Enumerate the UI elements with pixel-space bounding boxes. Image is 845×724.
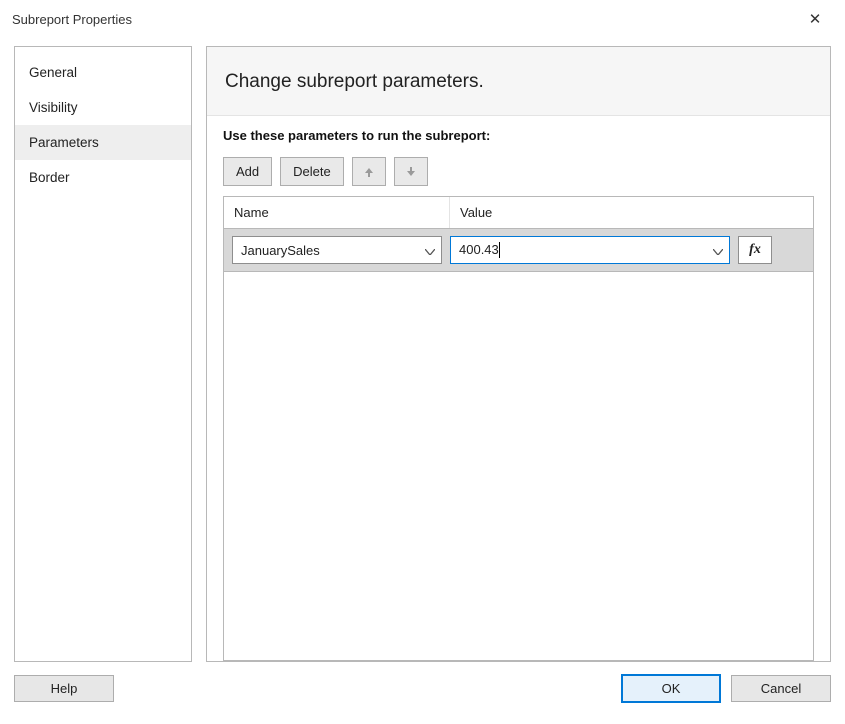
name-dropdown-button[interactable] <box>419 237 441 263</box>
sidebar-item-parameters[interactable]: Parameters <box>15 125 191 160</box>
help-button[interactable]: Help <box>14 675 114 702</box>
arrow-down-icon <box>405 166 417 178</box>
ok-button[interactable]: OK <box>621 674 721 703</box>
value-dropdown-button[interactable] <box>707 237 729 263</box>
arrow-up-icon <box>363 166 375 178</box>
move-down-button[interactable] <box>394 157 428 186</box>
close-icon[interactable]: ✕ <box>795 4 835 34</box>
dialog-window: Subreport Properties ✕ General Visibilit… <box>0 0 845 724</box>
sidebar-item-visibility[interactable]: Visibility <box>15 90 191 125</box>
sidebar-item-label: Border <box>29 170 70 185</box>
main-content: Use these parameters to run the subrepor… <box>207 116 830 661</box>
page-heading: Change subreport parameters. <box>207 47 830 116</box>
cancel-button[interactable]: Cancel <box>731 675 831 702</box>
sidebar-item-label: General <box>29 65 77 80</box>
title-bar: Subreport Properties ✕ <box>0 0 845 38</box>
sidebar: General Visibility Parameters Border <box>14 46 192 662</box>
column-header-name: Name <box>224 197 450 228</box>
main-panel: Change subreport parameters. Use these p… <box>206 46 831 662</box>
grid-body: JanuarySales 400.43 <box>224 229 813 272</box>
parameters-grid: Name Value JanuarySales <box>223 196 814 661</box>
value-combobox[interactable]: 400.43 <box>450 236 730 264</box>
toolbar: Add Delete <box>223 157 814 186</box>
chevron-down-icon <box>713 243 723 258</box>
text-caret <box>499 242 500 258</box>
sidebar-item-border[interactable]: Border <box>15 160 191 195</box>
window-title: Subreport Properties <box>12 12 795 27</box>
fx-icon: fx <box>749 242 761 258</box>
sidebar-item-general[interactable]: General <box>15 55 191 90</box>
grid-row[interactable]: JanuarySales 400.43 <box>224 229 813 272</box>
value-input[interactable]: 400.43 <box>451 242 707 259</box>
name-combobox[interactable]: JanuarySales <box>232 236 442 264</box>
name-input[interactable]: JanuarySales <box>233 243 419 258</box>
delete-button[interactable]: Delete <box>280 157 344 186</box>
add-button[interactable]: Add <box>223 157 272 186</box>
dialog-footer: Help OK Cancel <box>0 662 845 715</box>
instruction-text: Use these parameters to run the subrepor… <box>223 128 814 143</box>
sidebar-item-label: Visibility <box>29 100 78 115</box>
grid-header: Name Value <box>224 197 813 229</box>
expression-button[interactable]: fx <box>738 236 772 264</box>
chevron-down-icon <box>425 243 435 258</box>
dialog-body: General Visibility Parameters Border Cha… <box>0 38 845 662</box>
column-header-value: Value <box>450 197 813 228</box>
sidebar-item-label: Parameters <box>29 135 99 150</box>
move-up-button[interactable] <box>352 157 386 186</box>
